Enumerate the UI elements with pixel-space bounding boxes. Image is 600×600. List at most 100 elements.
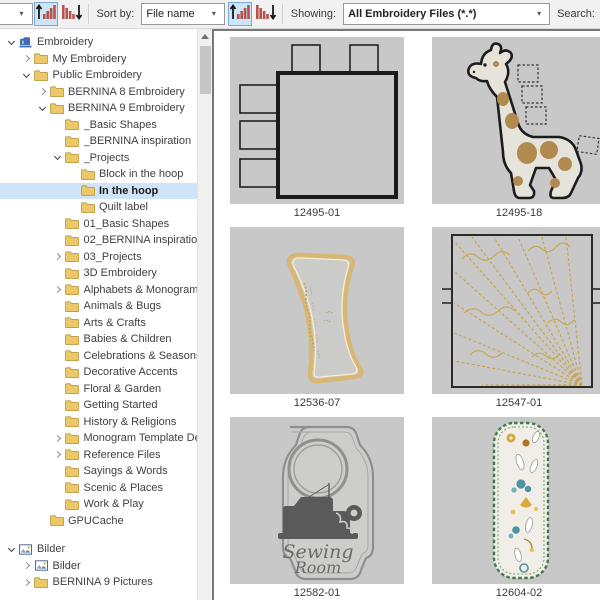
folder-icon-wrap (65, 118, 80, 131)
chevron-collapsed-icon[interactable] (35, 89, 49, 94)
chevron-collapsed-icon[interactable] (51, 452, 65, 457)
sort-descending-button-2[interactable] (254, 2, 278, 26)
main-area: Embroidery My Embroidery Public Embroide… (0, 29, 600, 600)
sort-ascending-button[interactable] (34, 2, 58, 26)
tree-item-history-religions[interactable]: History & Religions (0, 414, 197, 431)
design-preview-sewing-room-door-hanger: Sewing Room (230, 417, 404, 584)
folder-icon (65, 251, 79, 262)
tree-item-basic-shapes[interactable]: _Basic Shapes (0, 117, 197, 134)
tree-item-gpucache[interactable]: GPUCache (0, 513, 197, 530)
tree-item-label: _Projects (84, 152, 130, 164)
design-thumbnail[interactable]: 12547-01 (432, 227, 600, 409)
design-label: 12495-01 (230, 204, 404, 219)
tree-item-label: Floral & Garden (84, 383, 162, 395)
tree-item-arts-crafts[interactable]: Arts & Crafts (0, 315, 197, 332)
view-mode-combobox[interactable]: ▾ (0, 3, 33, 25)
tree-item-public-embroidery[interactable]: Public Embroidery (0, 67, 197, 84)
design-label: 12547-01 (432, 394, 600, 409)
tree-scrollbar[interactable] (197, 29, 212, 600)
folder-icon (65, 268, 79, 279)
chevron-collapsed-icon[interactable] (51, 254, 65, 259)
tree-item-label: Work & Play (84, 498, 144, 510)
folder-icon-wrap (80, 184, 95, 197)
chevron-expanded-icon[interactable] (4, 41, 18, 44)
folder-icon (65, 284, 79, 295)
tree-item-reference-files[interactable]: Reference Files (0, 447, 197, 464)
tree-item-bilder[interactable]: Bilder (0, 558, 197, 575)
folder-icon-wrap (65, 333, 80, 346)
tree-item-projects[interactable]: _Projects (0, 150, 197, 167)
chevron-collapsed-icon[interactable] (20, 580, 34, 585)
tree-item-work-play[interactable]: Work & Play (0, 496, 197, 513)
sort-by-combobox[interactable]: File name ▾ (141, 3, 225, 25)
folder-icon (50, 515, 64, 526)
chevron-collapsed-icon[interactable] (51, 287, 65, 292)
tree-item-celebrations-seasons[interactable]: Celebrations & Seasons (0, 348, 197, 365)
machine-icon-wrap (18, 36, 33, 49)
tree-item-floral-garden[interactable]: Floral & Garden (0, 381, 197, 398)
tree-item-embroidery[interactable]: Embroidery (0, 34, 197, 51)
sort-descending-button[interactable] (60, 2, 84, 26)
tree-item-bernina-9-embroidery[interactable]: BERNINA 9 Embroidery (0, 100, 197, 117)
tree-item-label: _Basic Shapes (84, 119, 157, 131)
chevron-expanded-icon[interactable] (35, 107, 49, 110)
tree-item-bernina-8-embroidery[interactable]: BERNINA 8 Embroidery (0, 84, 197, 101)
folder-icon (65, 466, 79, 477)
folder-icon (65, 383, 79, 394)
flower-bookmark-drawing (432, 417, 600, 584)
tree-item-bilder[interactable]: Bilder (0, 541, 197, 558)
sewing-room-door-hanger-drawing: Sewing Room (230, 417, 404, 584)
design-thumbnail[interactable]: 12604-02 (432, 417, 600, 599)
folder-icon-wrap (65, 250, 80, 263)
tree-item-03-projects[interactable]: 03_Projects (0, 249, 197, 266)
tree-item-01-basic-shapes[interactable]: 01_Basic Shapes (0, 216, 197, 233)
tree-item-block-in-the-hoop[interactable]: Block in the hoop (0, 166, 197, 183)
tree-item-bernina-9-pictures[interactable]: BERNINA 9 Pictures (0, 574, 197, 591)
folder-icon-wrap (65, 135, 80, 148)
file-type-filter-combobox[interactable]: All Embroidery Files (*.*) ▾ (343, 3, 550, 25)
tree-item-bernina-inspiration[interactable]: _BERNINA inspiration (0, 133, 197, 150)
chevron-expanded-icon[interactable] (20, 74, 34, 77)
toolbar: ▾ Sort by: File name ▾ Showing: All Embr… (0, 0, 600, 29)
folder-icon-wrap (49, 102, 64, 115)
scrollbar-up-button[interactable] (198, 29, 212, 44)
tree-item-getting-started[interactable]: Getting Started (0, 397, 197, 414)
tree-item-in-the-hoop[interactable]: In the hoop (0, 183, 197, 200)
sewing-machine-icon (19, 36, 32, 48)
tree-item-alphabets-monograms[interactable]: Alphabets & Monograms (0, 282, 197, 299)
sort-descending-icon (61, 1, 83, 28)
tree-item-label: History & Religions (84, 416, 177, 428)
tree-item-babies-children[interactable]: Babies & Children (0, 331, 197, 348)
design-thumbnail[interactable]: Sewing Room 12582-01 (230, 417, 404, 599)
chevron-collapsed-icon[interactable] (20, 563, 34, 568)
tree-item-animals-bugs[interactable]: Animals & Bugs (0, 298, 197, 315)
scroll-up-icon (201, 34, 209, 39)
tree-item-monogram-template-desi[interactable]: Monogram Template Desi (0, 430, 197, 447)
tree-item-label: Sayings & Words (84, 465, 168, 477)
chevron-expanded-icon[interactable] (51, 156, 65, 159)
chevron-collapsed-icon[interactable] (20, 56, 34, 61)
tree-item-scenic-places[interactable]: Scenic & Places (0, 480, 197, 497)
file-type-filter-value: All Embroidery Files (*.*) (348, 8, 533, 20)
tree-item-02-bernina-inspiration[interactable]: 02_BERNINA inspiration (0, 232, 197, 249)
tree-item-my-embroidery[interactable]: My Embroidery (0, 51, 197, 68)
sort-by-value: File name (146, 8, 208, 20)
tree-item-sayings-words[interactable]: Sayings & Words (0, 463, 197, 480)
tree-item-label: Public Embroidery (53, 69, 142, 81)
design-thumbnail[interactable]: 12495-01 (230, 37, 404, 219)
tree-item-decorative-accents[interactable]: Decorative Accents (0, 364, 197, 381)
design-thumbnail[interactable]: 12536-07 (230, 227, 404, 409)
chevron-collapsed-icon[interactable] (51, 436, 65, 441)
folder-icon-wrap (34, 69, 49, 82)
tree-item-quilt-label[interactable]: Quilt label (0, 199, 197, 216)
design-thumbnail[interactable]: 12495-18 (432, 37, 600, 219)
scrollbar-thumb[interactable] (200, 46, 211, 94)
chevron-expanded-icon[interactable] (4, 548, 18, 551)
sort-ascending-button-2[interactable] (228, 2, 252, 26)
tree-item-label: Block in the hoop (99, 168, 183, 180)
folder-icon-wrap (65, 481, 80, 494)
sort-descending-icon (255, 1, 277, 28)
folder-tree: Embroidery My Embroidery Public Embroide… (0, 29, 197, 591)
folder-icon-wrap (34, 52, 49, 65)
tree-item-3d-embroidery[interactable]: 3D Embroidery (0, 265, 197, 282)
